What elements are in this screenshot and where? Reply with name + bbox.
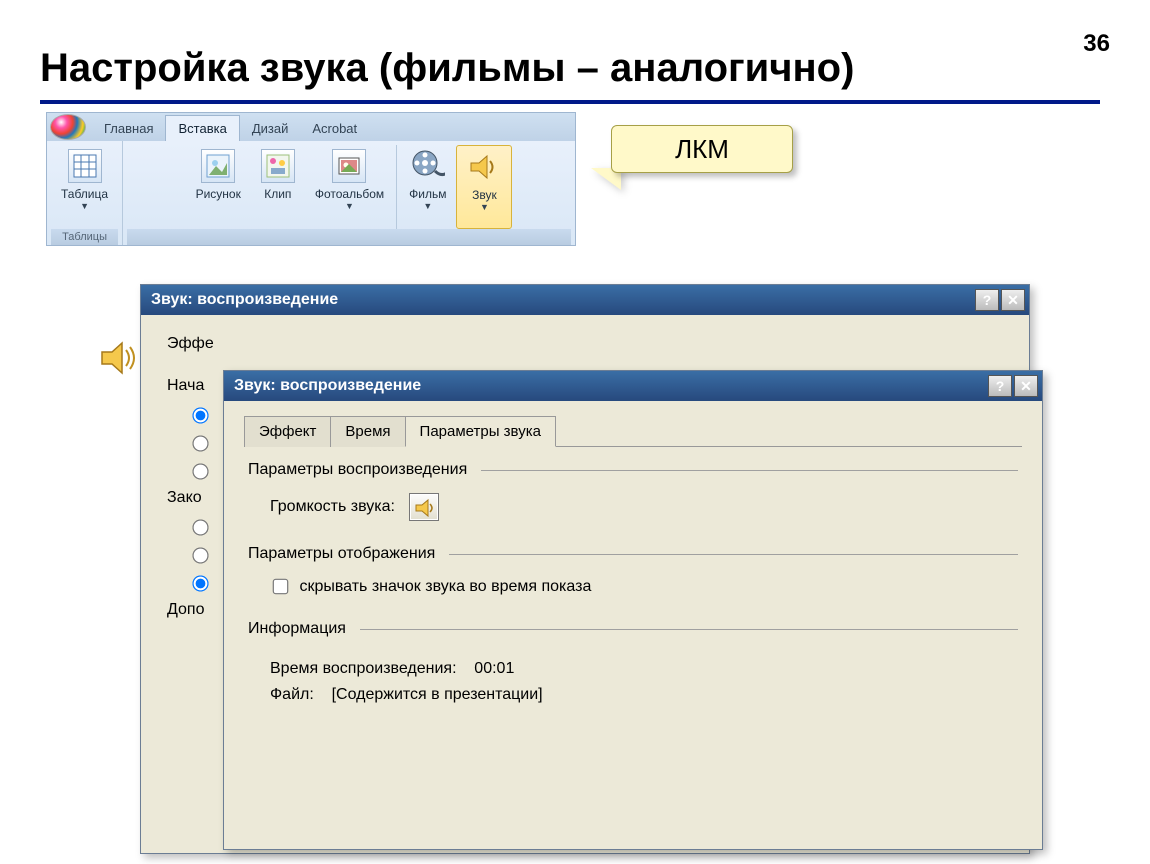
groupbox-label: Информация: [248, 620, 354, 638]
dialog-tabs: Эффект Время Параметры звука: [244, 415, 1022, 447]
groupbox-label: Параметры отображения: [248, 545, 443, 563]
label-file: Файл:: [270, 686, 314, 703]
help-button[interactable]: ?: [975, 289, 999, 311]
volume-button[interactable]: [409, 493, 439, 521]
ribbon: Главная Вставка Дизай Acrobat Таблица ▼ …: [46, 112, 576, 246]
label-effect: Эффе: [167, 335, 1009, 353]
slide-number: 36: [1083, 30, 1110, 58]
ribbon-tab-home[interactable]: Главная: [92, 116, 165, 141]
radio-start-3[interactable]: [192, 463, 208, 479]
callout-lkm: ЛКМ: [611, 125, 793, 173]
ribbon-item-label: Фильм: [409, 187, 446, 201]
office-button[interactable]: [50, 114, 86, 140]
ribbon-tab-design[interactable]: Дизай: [240, 116, 301, 141]
tab-time[interactable]: Время: [330, 416, 405, 447]
value-play-time: 00:01: [474, 660, 514, 677]
checkbox-hide-icon-row[interactable]: скрывать значок звука во время показа: [270, 578, 591, 595]
photo-album-icon: [332, 149, 366, 183]
radio-end-1[interactable]: [192, 519, 208, 535]
title-underline: [40, 100, 1100, 104]
close-button[interactable]: ✕: [1014, 375, 1038, 397]
value-file: [Содержится в презентации]: [332, 686, 543, 703]
dialog-titlebar: Звук: воспроизведение ? ✕: [224, 371, 1042, 401]
label-volume: Громкость звука:: [270, 498, 395, 515]
ribbon-tab-row: Главная Вставка Дизай Acrobat: [47, 113, 575, 141]
ribbon-item-label: Клип: [264, 187, 291, 201]
groupbox-display: Параметры отображения скрывать значок зв…: [248, 545, 1018, 602]
dropdown-arrow-icon: ▼: [423, 201, 432, 211]
ribbon-item-table[interactable]: Таблица ▼: [51, 145, 118, 229]
ribbon-body: Таблица ▼ Таблицы Рисунок Клип: [47, 141, 575, 245]
groupbox-info: Информация Время воспроизведения: 00:01 …: [248, 620, 1018, 718]
checkbox-hide-icon-label: скрывать значок звука во время показа: [299, 578, 591, 595]
radio-start-2[interactable]: [192, 435, 208, 451]
ribbon-item-label: Звук: [472, 188, 497, 202]
ribbon-item-album[interactable]: Фотоальбом ▼: [305, 145, 394, 229]
dropdown-arrow-icon: ▼: [80, 201, 89, 211]
tab-sound-params[interactable]: Параметры звука: [405, 416, 556, 447]
dropdown-arrow-icon: ▼: [345, 201, 354, 211]
radio-start-1[interactable]: [192, 407, 208, 423]
dialog-title: Звук: воспроизведение: [151, 291, 338, 309]
ribbon-item-label: Рисунок: [196, 187, 241, 201]
slide-speaker-icon: [100, 340, 144, 376]
ribbon-group-tables: Таблица ▼ Таблицы: [47, 141, 123, 245]
ribbon-item-picture[interactable]: Рисунок: [186, 145, 251, 229]
ribbon-item-label: Фотоальбом: [315, 187, 384, 201]
ribbon-tab-insert[interactable]: Вставка: [165, 115, 239, 141]
speaker-icon: [467, 150, 501, 184]
clip-icon: [261, 149, 295, 183]
groupbox-playback: Параметры воспроизведения Громкость звук…: [248, 461, 1018, 527]
picture-icon: [201, 149, 235, 183]
radio-end-3[interactable]: [192, 575, 208, 591]
tab-effect[interactable]: Эффект: [244, 416, 331, 447]
ribbon-group-label-blank: [127, 229, 571, 245]
label-play-time: Время воспроизведения:: [270, 660, 457, 677]
film-reel-icon: [411, 149, 445, 183]
table-icon: [68, 149, 102, 183]
ribbon-tab-acrobat[interactable]: Acrobat: [300, 116, 369, 141]
radio-end-2[interactable]: [192, 547, 208, 563]
dialog-title: Звук: воспроизведение: [234, 377, 421, 395]
close-button[interactable]: ✕: [1001, 289, 1025, 311]
ribbon-item-sound[interactable]: Звук ▼: [456, 145, 512, 229]
dialog-sound-playback-front: Звук: воспроизведение ? ✕ Эффект Время П…: [223, 370, 1043, 850]
ribbon-group-illustrations: Рисунок Клип Фотоальбом ▼: [123, 141, 575, 245]
groupbox-label: Параметры воспроизведения: [248, 461, 475, 479]
slide-title: Настройка звука (фильмы – аналогично): [40, 46, 854, 91]
ribbon-item-movie[interactable]: Фильм ▼: [399, 145, 456, 229]
dropdown-arrow-icon: ▼: [480, 202, 489, 212]
ribbon-item-clip[interactable]: Клип: [251, 145, 305, 229]
help-button[interactable]: ?: [988, 375, 1012, 397]
checkbox-hide-icon[interactable]: [273, 579, 289, 595]
ribbon-item-label: Таблица: [61, 187, 108, 201]
dialog-titlebar: Звук: воспроизведение ? ✕: [141, 285, 1029, 315]
ribbon-group-label-tables: Таблицы: [51, 229, 118, 245]
